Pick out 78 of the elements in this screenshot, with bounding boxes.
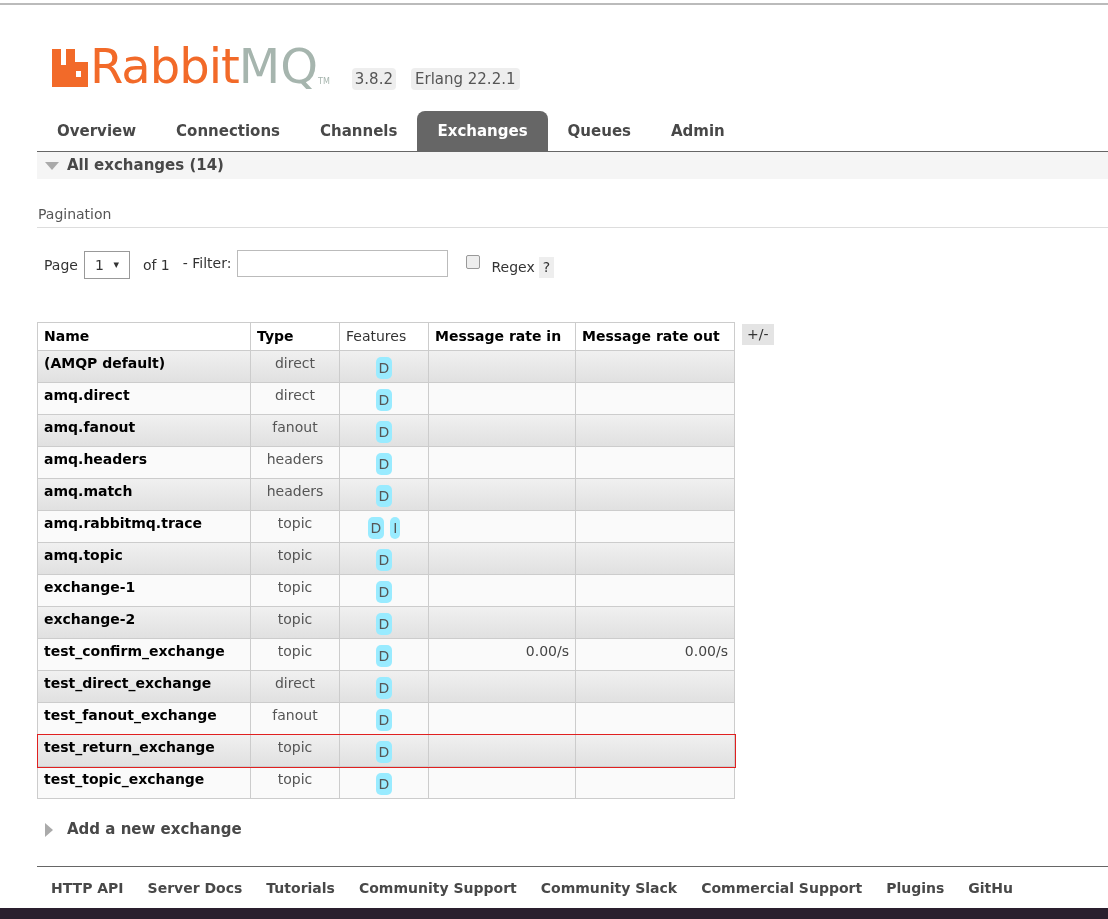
footer-link[interactable]: HTTP API (51, 878, 124, 899)
feature-badge: D (375, 421, 393, 443)
feature-badge: D (375, 709, 393, 731)
filter-field[interactable] (237, 249, 449, 277)
erlang-version-badge: Erlang 22.2.1 (411, 67, 520, 90)
page-select[interactable]: 1 ▾ (83, 251, 130, 279)
page-label: Page (44, 255, 78, 275)
footer-link[interactable]: GitHu (968, 878, 1013, 899)
feature-badge: D (375, 741, 393, 763)
pagination-heading: Pagination (37, 206, 112, 222)
type-cell: topic (250, 574, 340, 607)
exchange-name-link[interactable]: amq.topic (37, 542, 251, 575)
version-badge: 3.8.2 (351, 67, 396, 90)
column-header: Name (37, 322, 251, 351)
type-cell: direct (250, 670, 340, 703)
nav-tab[interactable]: Channels (300, 111, 418, 151)
type-cell: topic (250, 638, 340, 671)
exchange-name-link[interactable]: amq.direct (37, 382, 251, 415)
exchange-name-link[interactable]: exchange-2 (37, 606, 251, 639)
column-header: Type (250, 322, 340, 351)
feature-badge: D (375, 645, 393, 667)
exchange-name-link[interactable]: amq.match (37, 478, 251, 511)
type-cell: topic (250, 766, 340, 799)
footer-link[interactable]: Server Docs (147, 878, 243, 899)
feature-badge: D (375, 485, 393, 507)
feature-badge: D (375, 581, 393, 603)
feature-badge: D (375, 453, 393, 475)
page-count: of 1 (142, 255, 170, 275)
help-button[interactable]: ? (538, 256, 555, 278)
type-cell: headers (250, 478, 340, 511)
exchange-name-link[interactable]: (AMQP default) (37, 350, 251, 383)
regex-checkbox[interactable] (466, 254, 481, 269)
exchange-name-link[interactable]: test_return_exchange (37, 734, 251, 767)
feature-badge: D (375, 613, 393, 635)
type-cell: topic (250, 510, 340, 543)
nav-tab[interactable]: Overview (37, 111, 157, 151)
rabbitmq-logo: RabbitMQTM (52, 42, 330, 112)
type-cell: fanout (250, 414, 340, 447)
type-cell: direct (250, 382, 340, 415)
feature-badge: D (375, 357, 393, 379)
column-header: Message rate in (428, 322, 576, 351)
feature-badge: D (375, 549, 393, 571)
column-toggle-button[interactable]: +/- (742, 324, 774, 345)
exchange-name-link[interactable]: exchange-1 (37, 574, 251, 607)
nav-tab[interactable]: Connections (156, 111, 301, 151)
rate-in-value: 0.00/s (525, 643, 569, 659)
feature-badge: D (375, 773, 393, 795)
exchange-name-link[interactable]: test_direct_exchange (37, 670, 251, 703)
footer-link[interactable]: Community Support (358, 878, 517, 899)
feature-badge: D (367, 517, 385, 539)
type-cell: topic (250, 734, 340, 767)
section-header[interactable]: Add a new exchange (37, 816, 1108, 843)
feature-badge: D (375, 677, 393, 699)
rabbit-logo-icon (52, 49, 88, 87)
rate-out-value: 0.00/s (684, 643, 728, 659)
exchange-name-link[interactable]: test_topic_exchange (37, 766, 251, 799)
exchange-name-link[interactable]: amq.rabbitmq.trace (37, 510, 251, 543)
type-cell: topic (250, 542, 340, 575)
nav-tab[interactable]: Exchanges (417, 111, 548, 151)
section-header[interactable]: All exchanges (14) (37, 152, 1108, 179)
exchange-name-link[interactable]: amq.fanout (37, 414, 251, 447)
feature-badge: I (390, 517, 401, 539)
nav-tab[interactable]: Queues (547, 111, 651, 151)
exchange-name-link[interactable]: amq.headers (37, 446, 251, 479)
footer-link[interactable]: Plugins (886, 878, 945, 899)
exchange-name-link[interactable]: test_confirm_exchange (37, 638, 251, 671)
column-header: Message rate out (575, 322, 735, 351)
type-cell: headers (250, 446, 340, 479)
footer-link[interactable]: Commercial Support (701, 878, 863, 899)
filter-label: - Filter: (182, 254, 232, 273)
type-cell: topic (250, 606, 340, 639)
regex-label: Regex (491, 257, 535, 277)
footer-link[interactable]: Tutorials (266, 878, 335, 899)
type-cell: direct (250, 350, 340, 383)
nav-tab[interactable]: Admin (651, 111, 745, 151)
feature-badge: D (375, 389, 393, 411)
column-header: Features (339, 322, 429, 351)
footer-link[interactable]: Community Slack (540, 878, 678, 899)
